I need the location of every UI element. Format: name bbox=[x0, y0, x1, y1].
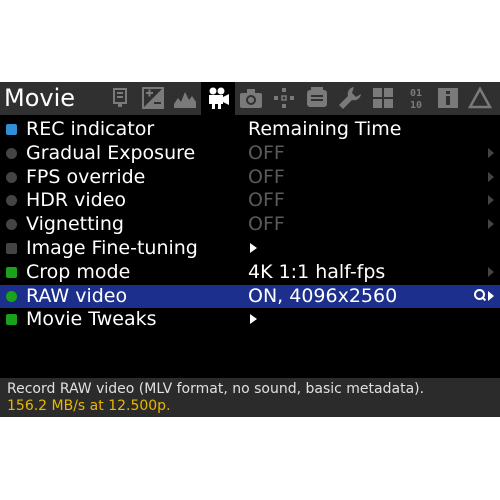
menu-item-label: Vignetting bbox=[26, 213, 124, 236]
menu-item-value: ON, 4096x2560 bbox=[248, 284, 398, 307]
menu-item[interactable]: Gradual Exposure OFF bbox=[0, 142, 500, 165]
menu-item[interactable]: HDR video OFF bbox=[0, 189, 500, 212]
menu-item[interactable]: Vignetting OFF bbox=[0, 213, 500, 236]
submenu-arrow-icon bbox=[250, 314, 257, 325]
menu-item[interactable]: REC indicator Remaining Time bbox=[0, 118, 500, 141]
status-bullet-icon bbox=[6, 243, 17, 254]
menu-item[interactable]: Crop mode 4K 1:1 half-fps bbox=[0, 261, 500, 284]
submenu-arrow-icon bbox=[250, 243, 257, 253]
triangle-icon[interactable] bbox=[468, 86, 492, 110]
page-title: Movie bbox=[4, 84, 76, 112]
status-bullet-icon bbox=[6, 195, 17, 207]
menu-item-value: OFF bbox=[248, 189, 285, 212]
focus-icon[interactable] bbox=[272, 86, 296, 110]
photo-camera-icon[interactable] bbox=[239, 86, 263, 110]
menu-item-label: Movie Tweaks bbox=[26, 308, 157, 331]
modules-icon[interactable] bbox=[371, 86, 395, 110]
menu-item-label: RAW video bbox=[26, 284, 128, 307]
menu-item-value: OFF bbox=[248, 165, 285, 188]
histogram-icon[interactable] bbox=[173, 86, 197, 110]
status-bullet-icon bbox=[6, 290, 17, 302]
menu-item[interactable]: RAW video ON, 4096x2560 bbox=[0, 284, 500, 308]
status-bullet-icon bbox=[6, 219, 17, 231]
value-arrow-icon[interactable] bbox=[488, 219, 494, 230]
value-arrow-icon[interactable] bbox=[488, 266, 494, 277]
menu-item[interactable]: Movie Tweaks bbox=[0, 308, 500, 331]
menu-item-label: Image Fine-tuning bbox=[26, 237, 198, 259]
menu-tab-bar: Movie 01 10 bbox=[0, 82, 500, 115]
menu-item[interactable]: Image Fine-tuning bbox=[0, 237, 500, 260]
svg-text:01: 01 bbox=[410, 88, 422, 99]
movie-camera-icon[interactable] bbox=[206, 86, 230, 110]
menu-item-label: REC indicator bbox=[26, 118, 155, 140]
menu-item-value: OFF bbox=[248, 213, 285, 236]
quick-menu-icon[interactable] bbox=[474, 288, 485, 300]
value-arrow-icon[interactable] bbox=[488, 147, 494, 158]
wrench-icon[interactable] bbox=[338, 86, 362, 110]
exposure-icon[interactable] bbox=[141, 86, 165, 110]
status-bullet-icon bbox=[6, 171, 17, 183]
debug-icon[interactable]: 01 10 bbox=[404, 86, 428, 110]
value-arrow-icon[interactable] bbox=[488, 290, 494, 301]
camera-screen: Movie 01 10 REC indicator Remaining Time… bbox=[0, 82, 500, 417]
svg-text:10: 10 bbox=[410, 100, 422, 110]
value-arrow-icon[interactable] bbox=[488, 195, 494, 206]
menu-item-label: Crop mode bbox=[26, 260, 131, 283]
menu-item-value: OFF bbox=[248, 141, 285, 164]
status-bullet-icon bbox=[6, 147, 17, 159]
menu-item-value: 4K 1:1 half-fps bbox=[248, 260, 386, 283]
menu-item-label: HDR video bbox=[26, 189, 127, 212]
help-text: Record RAW video (MLV format, no sound, … bbox=[7, 381, 425, 397]
value-arrow-icon[interactable] bbox=[488, 171, 494, 182]
menu-item-label: Gradual Exposure bbox=[26, 141, 196, 164]
display-icon[interactable] bbox=[305, 86, 329, 110]
menu-item-label: FPS override bbox=[26, 165, 146, 188]
status-bullet-icon bbox=[6, 266, 17, 278]
info-icon[interactable] bbox=[436, 86, 460, 110]
status-bullet-icon bbox=[6, 124, 17, 135]
menu-item[interactable]: FPS override OFF bbox=[0, 166, 500, 189]
help-bar: Record RAW video (MLV format, no sound, … bbox=[0, 378, 500, 417]
audio-meters-icon[interactable] bbox=[108, 86, 132, 110]
menu-item-value: Remaining Time bbox=[248, 118, 402, 140]
help-status-text: 156.2 MB/s at 12.500p. bbox=[7, 398, 171, 414]
status-bullet-icon bbox=[6, 314, 17, 326]
